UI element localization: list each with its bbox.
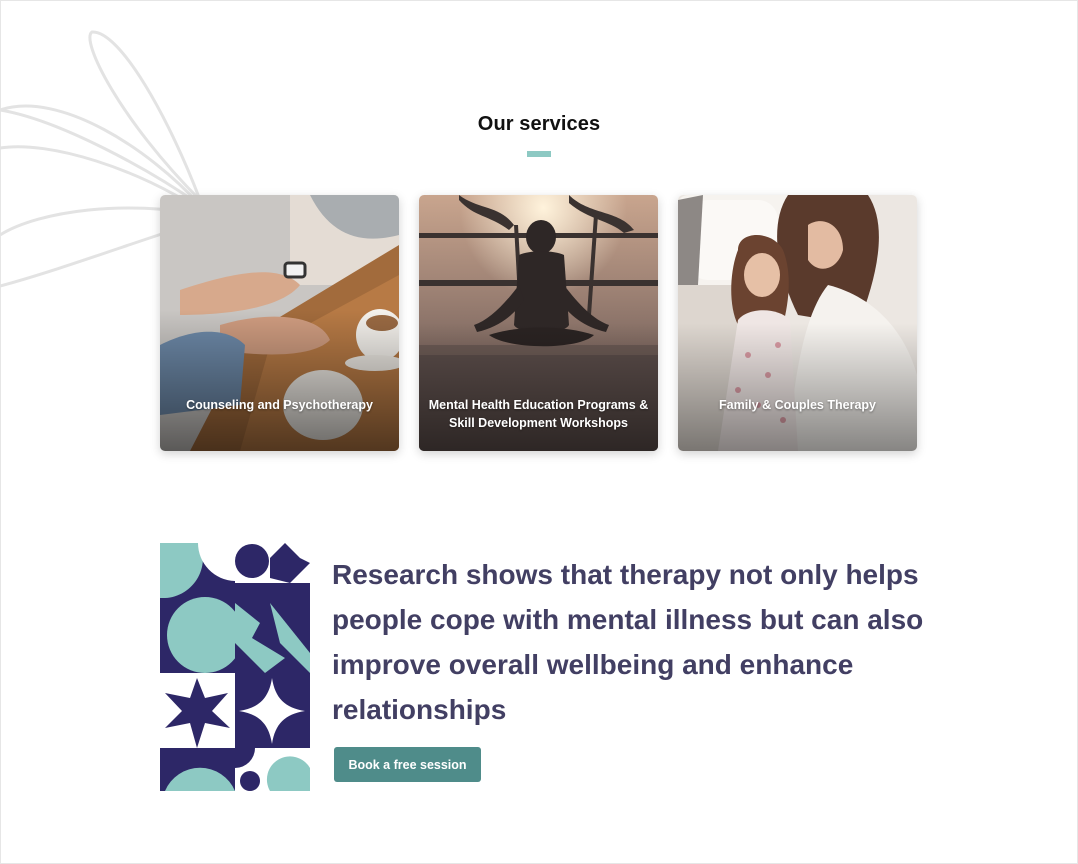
card-label: Family & Couples Therapy (719, 398, 876, 412)
card-label-line1: Mental Health Education Programs & (428, 398, 649, 412)
service-card-education[interactable]: Mental Health Education Programs & Skill… (419, 195, 658, 451)
title-underline (527, 151, 551, 157)
card-label-line2: Skill Development Workshops (449, 416, 628, 430)
card-label: Counseling and Psychotherapy (186, 398, 373, 412)
services-title: Our services (477, 113, 601, 135)
card-label: Mental Health Education Programs & Skill… (427, 396, 650, 432)
service-card-counseling[interactable]: Counseling and Psychotherapy (160, 195, 399, 451)
book-session-button[interactable]: Book a free session (334, 747, 481, 782)
research-quote: Research shows that therapy not only hel… (332, 559, 924, 725)
geometric-pattern-graphic (160, 543, 310, 791)
service-card-family[interactable]: Family & Couples Therapy (678, 195, 917, 451)
